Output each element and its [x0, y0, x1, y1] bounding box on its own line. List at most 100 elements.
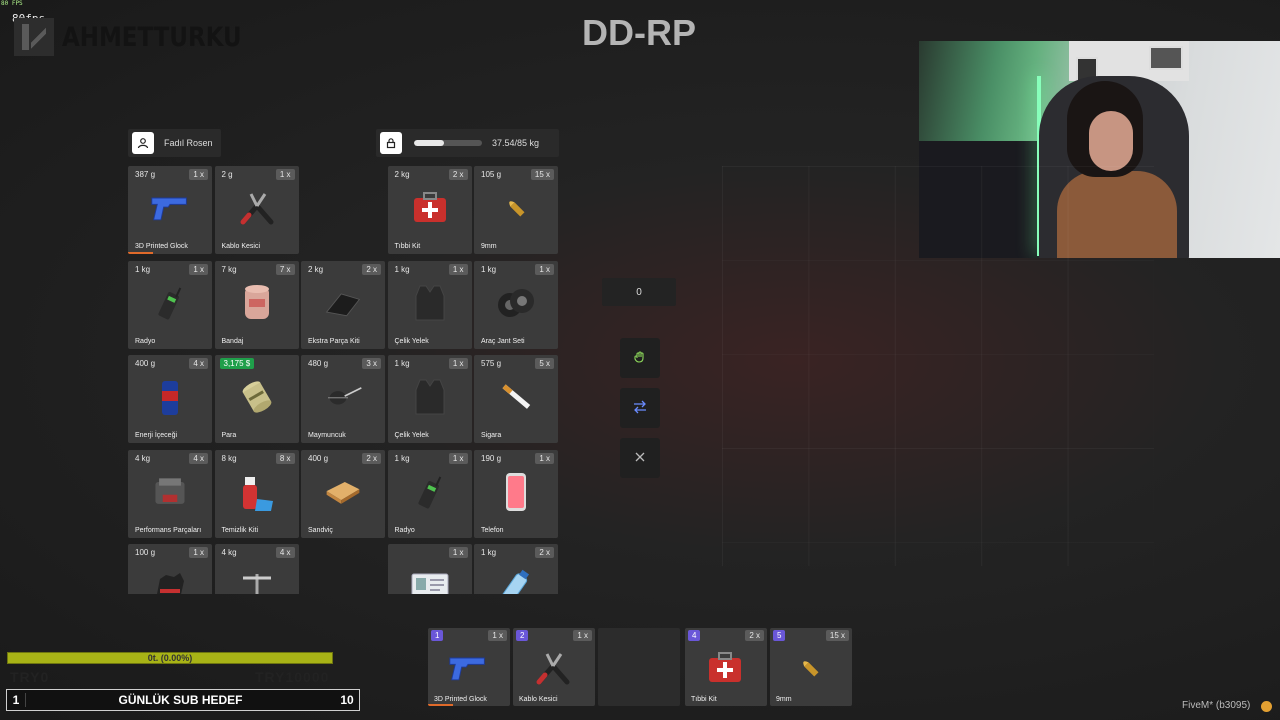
item-quantity: 1 x: [488, 630, 507, 641]
inventory-slot[interactable]: 7 kg 7 x Bandaj: [214, 260, 299, 349]
item-name: Sigara: [481, 432, 502, 439]
item-weight: 2 g: [221, 170, 233, 179]
medkit-icon: [410, 188, 450, 228]
engine-icon: [150, 472, 190, 512]
amount-input[interactable]: 0: [602, 278, 676, 306]
inventory-slot[interactable]: 400 g 4 x Enerji İçeceği: [128, 355, 212, 443]
water-bottle-icon: [496, 566, 536, 594]
inventory-slot[interactable]: 100 g 1 x: [128, 544, 212, 594]
close-button[interactable]: [620, 438, 660, 478]
item-weight: 400 g: [308, 453, 329, 463]
cleaning-kit-icon: [237, 472, 277, 512]
bullet-icon: [496, 188, 536, 228]
item-name: Maymuncuk: [308, 432, 346, 439]
item-name: Çelik Yelek: [394, 337, 429, 345]
hotbar-slot-number: 4: [688, 630, 701, 641]
item-name: Çelik Yelek: [394, 432, 429, 439]
item-name: Radyo: [135, 337, 156, 345]
radio-icon: [410, 472, 450, 512]
hotbar-slot[interactable]: [598, 628, 680, 706]
item-name: Telefon: [481, 526, 504, 534]
weight-header: 37.54/85 kg: [376, 129, 559, 157]
item-weight: 105 g: [481, 170, 502, 179]
phone-icon: [496, 472, 536, 512]
item-weight: 2 kg: [308, 264, 324, 274]
inventory-slot[interactable]: 1 kg 2 x: [474, 544, 558, 594]
wire-cutter-icon: [533, 648, 573, 688]
item-name: Sandviç: [308, 526, 333, 534]
item-quantity: 1 x: [448, 452, 468, 464]
inventory-slot[interactable]: [301, 544, 385, 594]
hotbar-slot-number: 5: [773, 630, 786, 641]
logo-mark-icon: [14, 18, 54, 56]
hotbar-slot-number: 1: [431, 630, 444, 641]
weight-bar-fill: [414, 140, 444, 146]
inventory-slot[interactable]: [301, 166, 385, 254]
inventory-slot[interactable]: 4 kg 4 x: [214, 544, 299, 594]
server-title: DD-RP: [582, 12, 696, 53]
inventory-slot[interactable]: 190 g 1 x Telefon: [474, 449, 558, 538]
item-quantity: 4 x: [189, 452, 208, 464]
item-name: Ekstra Parça Kiti: [308, 337, 360, 345]
inventory-slot[interactable]: 1 kg 1 x Çelik Yelek: [387, 260, 472, 349]
lockpick-icon: [323, 377, 363, 417]
item-weight: 1 kg: [481, 548, 497, 557]
inventory-slot[interactable]: 1 x: [387, 544, 472, 594]
energy-drink-icon: [150, 377, 190, 417]
item-weight: 400 g: [135, 359, 156, 368]
item-quantity: 2 x: [362, 452, 381, 464]
item-quantity: 4 x: [189, 358, 208, 369]
item-name: Kablo Kesici: [221, 243, 261, 250]
item-name: Araç Jant Seti: [481, 337, 525, 345]
item-weight: 7 kg: [221, 264, 237, 274]
item-quantity: 1 x: [189, 263, 208, 275]
player-name: Fadıl Rosen: [164, 138, 213, 148]
inventory-slot[interactable]: 3,175 $ Para: [214, 355, 299, 443]
item-name: Kablo Kesici: [519, 696, 558, 703]
ground-inventory-grid[interactable]: [722, 166, 1154, 566]
hotbar-slot[interactable]: 5 15 x 9mm: [770, 628, 852, 706]
inventory-slot[interactable]: 2 kg 2 x Ekstra Parça Kiti: [301, 260, 385, 349]
inventory-slot[interactable]: 4 kg 4 x Performans Parçaları: [128, 449, 212, 538]
gloves-icon: [150, 566, 190, 594]
item-quantity: 1 x: [189, 547, 208, 558]
inventory-slot[interactable]: 105 g 15 x 9mm: [474, 166, 558, 254]
inventory-slot[interactable]: 1 kg 1 x Araç Jant Seti: [474, 260, 558, 349]
item-name: 9mm: [776, 696, 792, 703]
close-icon: [634, 450, 646, 466]
medkit-icon: [705, 648, 745, 688]
hotbar-slot[interactable]: 1 1 x 3D Printed Glock: [428, 628, 510, 706]
bullet-icon: [790, 648, 830, 688]
inventory-slot[interactable]: 1 kg 1 x Çelik Yelek: [387, 355, 472, 443]
inventory-slot[interactable]: 1 kg 1 x Radyo: [128, 260, 212, 349]
inventory-slot[interactable]: 2 g 1 x Kablo Kesici: [214, 166, 299, 254]
inventory-slot[interactable]: 8 kg 8 x Temizlik Kiti: [214, 449, 299, 538]
inventory-slot[interactable]: 387 g 1 x 3D Printed Glock: [128, 166, 212, 254]
item-name: 3D Printed Glock: [135, 243, 188, 250]
item-weight: 1 kg: [481, 264, 497, 274]
player-inventory-grid: 387 g 1 x 3D Printed Glock 2 g 1 x Kablo Kesi…: [128, 166, 560, 594]
inventory-slot[interactable]: 480 g 3 x Maymuncuk: [301, 355, 385, 443]
item-name: 3D Printed Glock: [434, 696, 487, 703]
sandwich-icon: [323, 472, 363, 512]
goal-end-value: 10: [340, 693, 354, 707]
inventory-slot[interactable]: 575 g 5 x Sigara: [474, 355, 558, 443]
item-name: 9mm: [481, 243, 497, 250]
inventory-slot[interactable]: 1 kg 1 x Radyo: [387, 449, 472, 538]
item-quantity: 1 x: [573, 630, 592, 641]
id-card-icon: [410, 566, 450, 594]
hotbar-slot[interactable]: 2 1 x Kablo Kesici: [513, 628, 595, 706]
hotbar-slot[interactable]: 4 2 x Tıbbi Kit: [685, 628, 767, 706]
item-quantity: 1 x: [535, 452, 554, 464]
inventory-slot[interactable]: 400 g 2 x Sandviç: [301, 449, 385, 538]
give-button[interactable]: [620, 388, 660, 428]
item-name: Bandaj: [221, 337, 244, 345]
player-header: Fadıl Rosen: [128, 129, 221, 157]
item-name: Tıbbi Kit: [691, 696, 717, 703]
money-icon: [237, 377, 277, 417]
item-quantity: 2 x: [448, 169, 468, 180]
inventory-slot[interactable]: 2 kg 2 x Tıbbi Kit: [387, 166, 472, 254]
item-quantity: 15 x: [530, 169, 554, 180]
item-name: Temizlik Kiti: [221, 526, 259, 534]
use-button[interactable]: [620, 338, 660, 378]
